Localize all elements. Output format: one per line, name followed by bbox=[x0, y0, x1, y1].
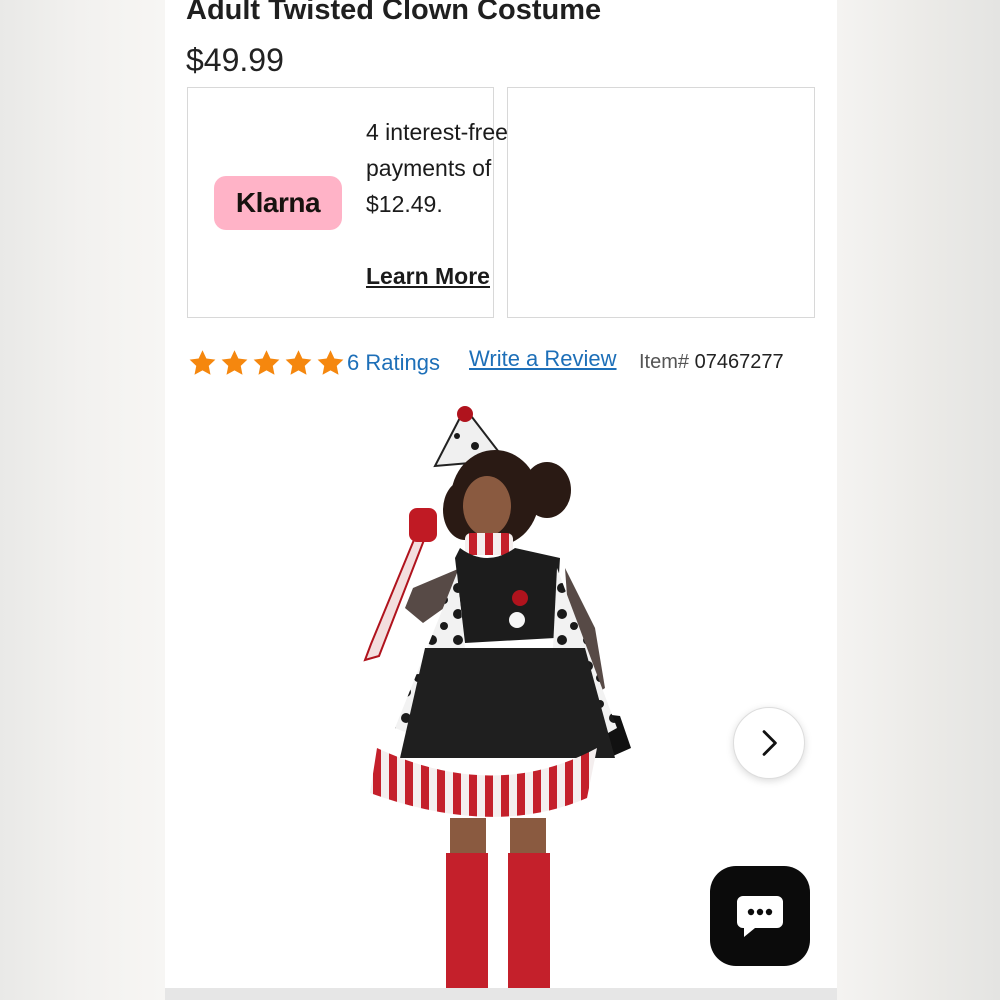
star-icon bbox=[253, 350, 280, 375]
chat-bubble-icon bbox=[737, 896, 783, 937]
star-icon bbox=[317, 350, 344, 375]
product-price: $49.99 bbox=[186, 42, 284, 78]
product-title: Adult Twisted Clown Costume bbox=[186, 0, 602, 26]
chevron-right-icon bbox=[762, 730, 777, 756]
next-image-button[interactable] bbox=[733, 707, 805, 779]
star-icon bbox=[189, 350, 216, 375]
klarna-logo: Klarna bbox=[214, 176, 342, 230]
item-number-value: 07467277 bbox=[694, 351, 784, 373]
write-review-link[interactable]: Write a Review bbox=[469, 346, 617, 372]
rating-row: 6 Ratings Write a Review Item# 07467277 bbox=[187, 345, 827, 385]
star-rating bbox=[187, 348, 346, 378]
star-icon bbox=[285, 350, 312, 375]
product-page: Adult Twisted Clown Costume $49.99 Klarn… bbox=[165, 0, 837, 1000]
klarna-logo-text: Klarna bbox=[235, 187, 321, 218]
klarna-message: 4 interest-free payments of $12.49. bbox=[366, 119, 508, 217]
ratings-count-link[interactable]: 6 Ratings bbox=[347, 350, 440, 376]
klarna-card: Klarna 4 interest-free payments of $12.4… bbox=[187, 87, 508, 318]
bottom-divider bbox=[165, 988, 837, 1000]
item-number: Item# 07467277 bbox=[639, 351, 784, 374]
chat-button[interactable] bbox=[710, 866, 810, 966]
star-icon bbox=[221, 350, 248, 375]
klarna-learn-more-link[interactable]: Learn More bbox=[366, 258, 490, 294]
payment-option-card bbox=[507, 87, 815, 318]
item-number-label: Item# bbox=[639, 351, 690, 373]
